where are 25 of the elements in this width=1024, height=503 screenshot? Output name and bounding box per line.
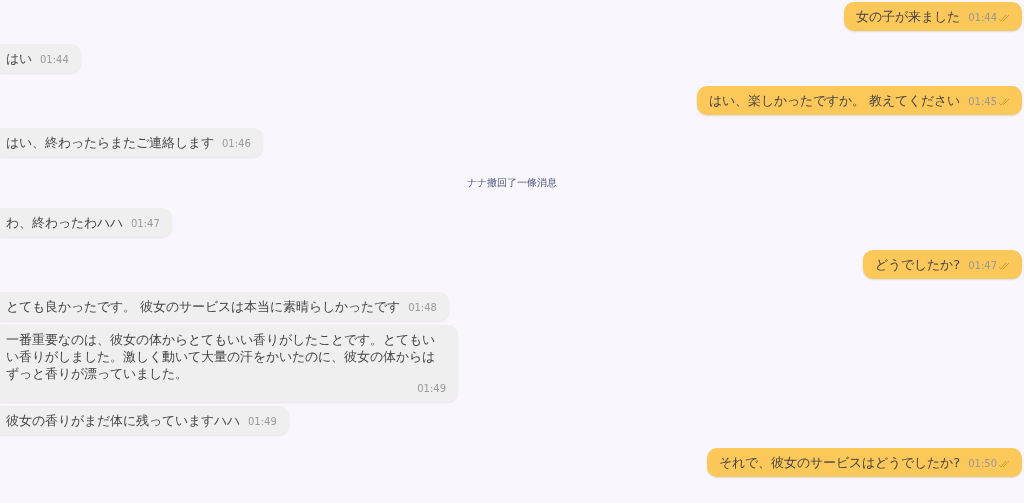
message-text: はい <box>6 50 32 67</box>
message-text: はい、楽しかったですか。 教えてください <box>709 92 961 109</box>
message-text: はい、終わったらまたご連絡します <box>6 134 214 151</box>
message-time: 01:47 <box>131 217 160 231</box>
message-text: とても良かったです。 彼女のサービスは本当に素晴らしかったです <box>6 298 401 315</box>
double-check-icon <box>998 460 1010 468</box>
message-time: 01:49 <box>248 415 277 429</box>
double-check-icon <box>998 14 1010 22</box>
message-text: 女の子が来ました <box>856 8 961 25</box>
message-time: 01:48 <box>408 301 437 315</box>
double-check-icon <box>998 98 1010 106</box>
message-time: 01:50 <box>968 457 997 471</box>
message-text: わ、終わったわハハ <box>6 214 123 231</box>
message-time: 01:44 <box>40 53 69 67</box>
message-time: 01:44 <box>968 11 997 25</box>
system-notice: ナナ撤回了一條消息 <box>467 176 557 190</box>
message-text: 一番重要なのは、彼女の体からとてもいい香りがしたことです。とてもいい香りがしました。激しく動いて大量の汗をかいたのに、彼女の体からはずっと香りが漂っていました。 <box>6 331 436 382</box>
message-text: それで、彼女のサービスはどうでしたか? <box>719 454 961 471</box>
double-check-icon <box>998 262 1010 270</box>
message-time: 01:47 <box>968 259 997 273</box>
message-text: 彼女の香りがまだ体に残っていますハハ <box>6 412 240 429</box>
message-time: 01:45 <box>968 95 997 109</box>
message-time: 01:49 <box>417 382 446 396</box>
message-time: 01:46 <box>222 137 251 151</box>
message-text: どうでしたか? <box>875 256 961 273</box>
